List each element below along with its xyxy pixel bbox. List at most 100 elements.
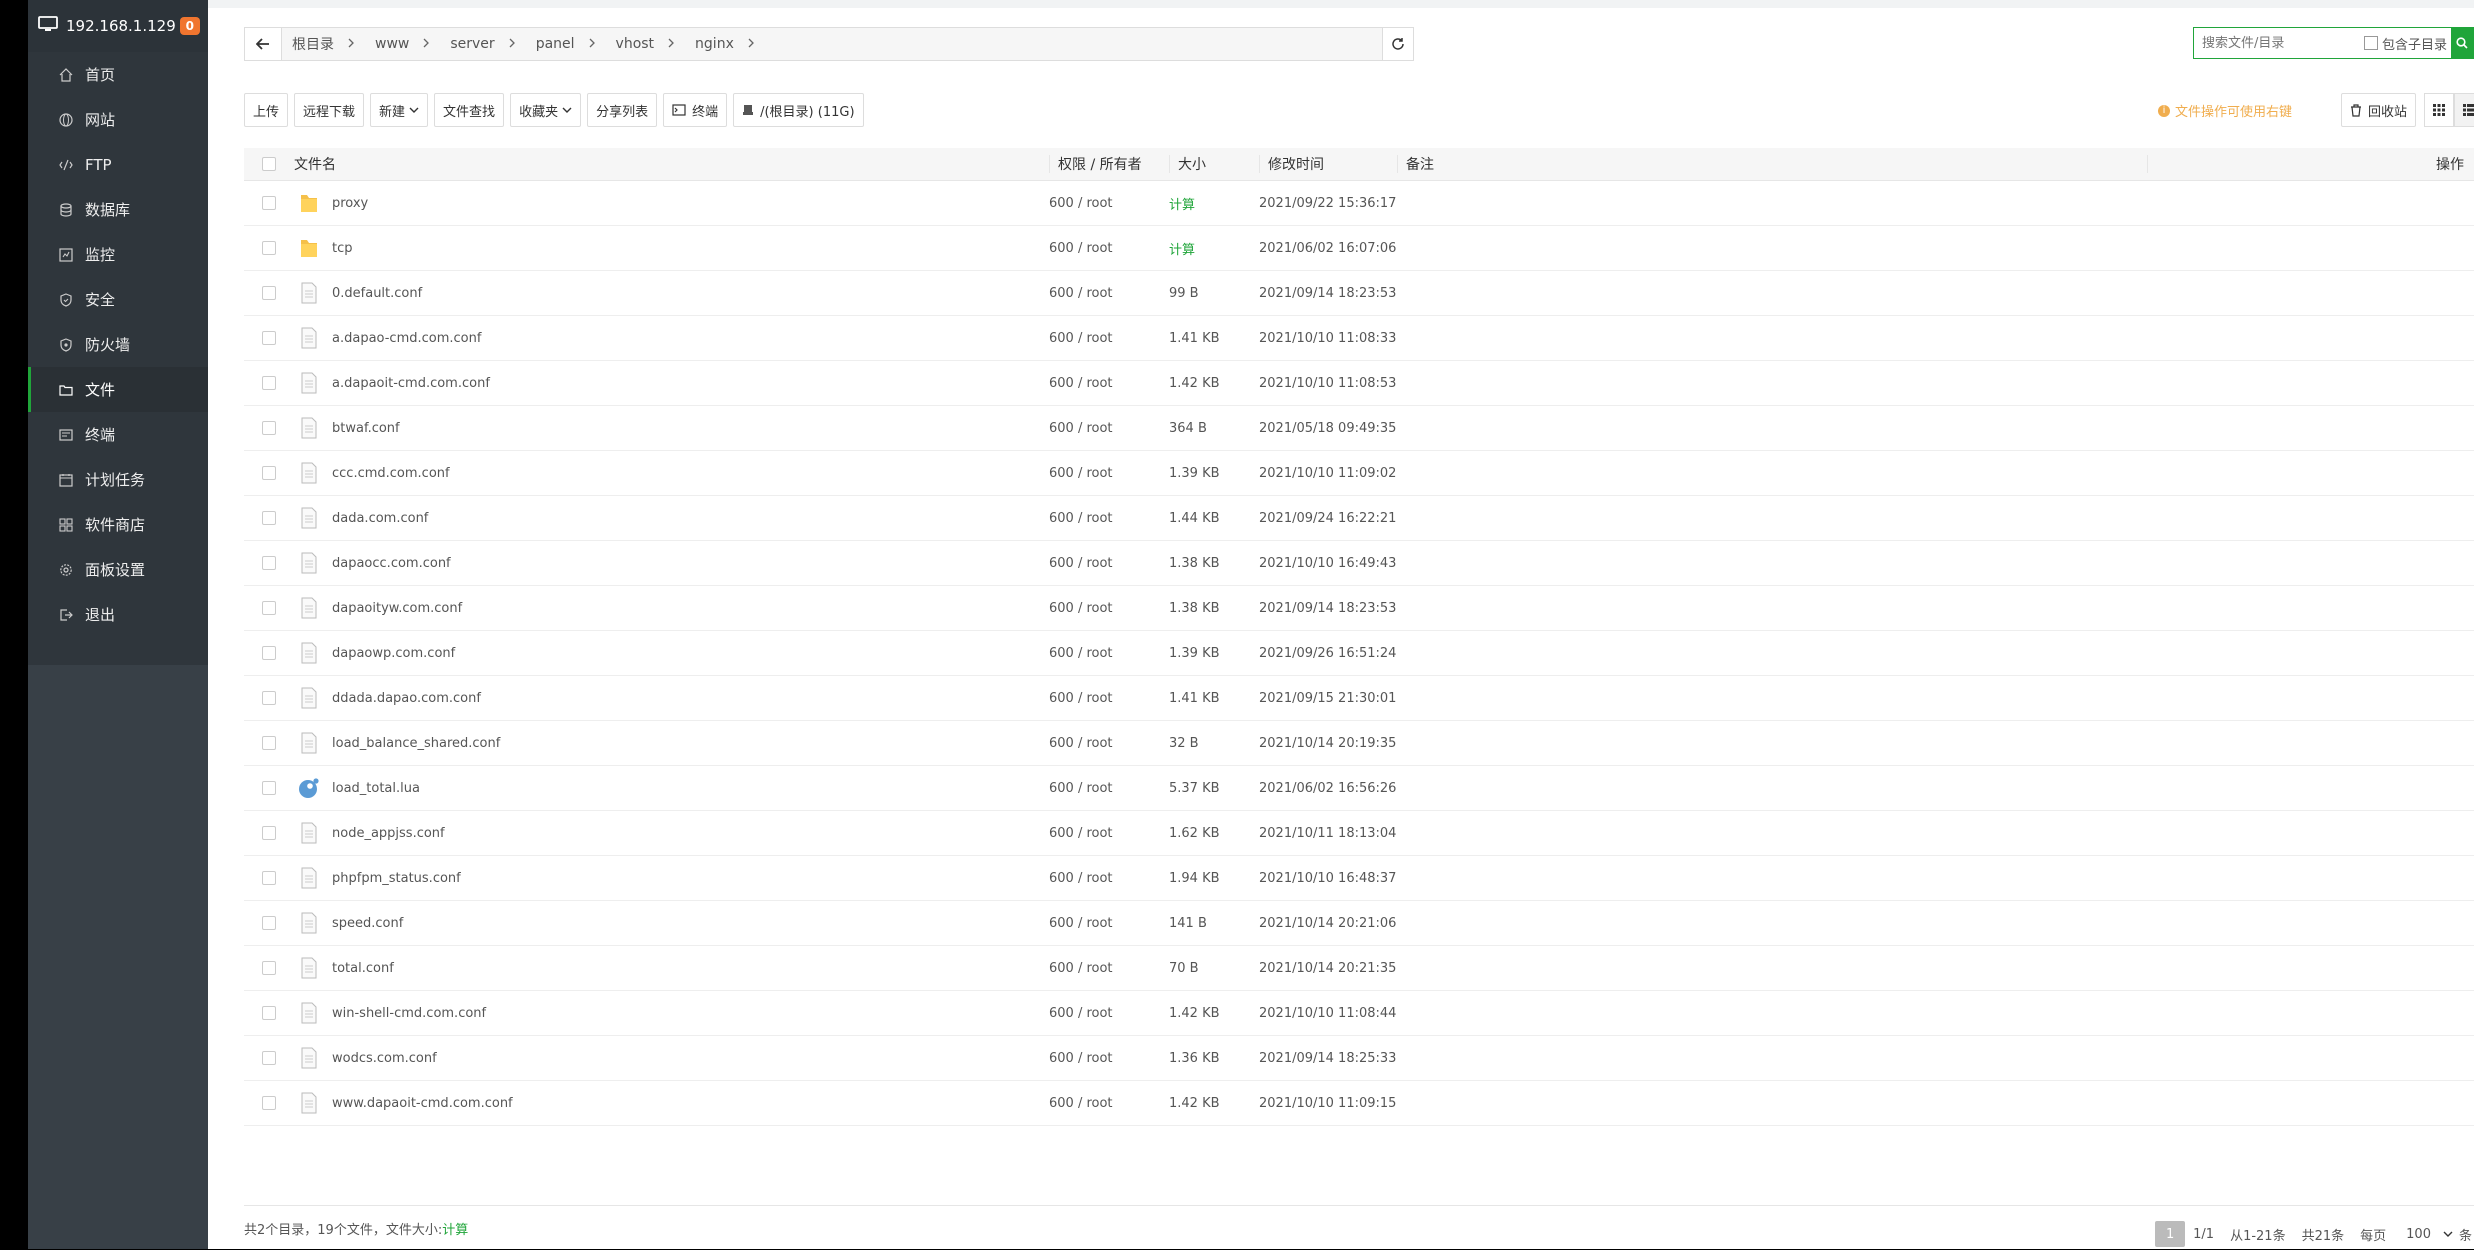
breadcrumb-item[interactable]: www [365, 36, 440, 52]
footer-calc-link[interactable]: 计算 [442, 1219, 468, 1238]
table-row[interactable]: load_balance_shared.conf 600 / root 32 B 20… [244, 721, 2474, 766]
file-perm[interactable]: 600 / root [1049, 1006, 1113, 1021]
file-perm[interactable]: 600 / root [1049, 1096, 1113, 1111]
select-all-checkbox[interactable] [262, 157, 276, 171]
per-page-select[interactable]: 100 [2394, 1221, 2457, 1247]
breadcrumb-item[interactable]: nginx [685, 36, 765, 52]
table-row[interactable]: total.conf 600 / root 70 B 2021/10/14 20:21… [244, 946, 2474, 991]
file-name[interactable]: www.dapaoit-cmd.com.conf [332, 1096, 513, 1111]
file-name[interactable]: total.conf [332, 961, 394, 976]
row-checkbox[interactable] [262, 331, 276, 345]
file-perm[interactable]: 600 / root [1049, 691, 1113, 706]
file-name[interactable]: a.dapaoit-cmd.com.conf [332, 376, 490, 391]
sidebar-item-6[interactable]: 防火墙 [28, 322, 208, 367]
table-row[interactable]: proxy 600 / root 计算 2021/09/22 15:36:17 [244, 181, 2474, 226]
notification-badge[interactable]: 0 [179, 17, 200, 35]
row-checkbox[interactable] [262, 511, 276, 525]
header-perm[interactable]: 权限 / 所有者 [1058, 154, 1142, 174]
table-row[interactable]: dapaocc.com.conf 600 / root 1.38 KB 2021/10… [244, 541, 2474, 586]
table-row[interactable]: a.dapaoit-cmd.com.conf 600 / root 1.42 KB 2… [244, 361, 2474, 406]
path-bar[interactable]: 根目录 www server panel vhost nginx [244, 27, 1414, 61]
row-checkbox[interactable] [262, 871, 276, 885]
terminal-button[interactable]: 终端 [663, 93, 728, 127]
favorites-button[interactable]: 收藏夹 [510, 93, 582, 127]
sidebar-item-2[interactable]: FTP [28, 142, 208, 187]
file-perm[interactable]: 600 / root [1049, 1051, 1113, 1066]
row-checkbox[interactable] [262, 916, 276, 930]
file-name[interactable]: load_balance_shared.conf [332, 736, 500, 751]
sidebar-item-5[interactable]: 安全 [28, 277, 208, 322]
new-button[interactable]: 新建 [370, 93, 429, 127]
file-name[interactable]: btwaf.conf [332, 421, 400, 436]
header-size[interactable]: 大小 [1178, 154, 1206, 174]
remote-download-button[interactable]: 远程下载 [294, 93, 365, 127]
row-checkbox[interactable] [262, 601, 276, 615]
page-current[interactable]: 1 [2155, 1221, 2186, 1247]
file-perm[interactable]: 600 / root [1049, 601, 1113, 616]
file-name[interactable]: load_total.lua [332, 781, 420, 796]
file-search-button[interactable]: 文件查找 [434, 93, 505, 127]
table-row[interactable]: www.dapaoit-cmd.com.conf 600 / root 1.42 K… [244, 1081, 2474, 1126]
row-checkbox[interactable] [262, 376, 276, 390]
sidebar-item-3[interactable]: 数据库 [28, 187, 208, 232]
table-row[interactable]: ccc.cmd.com.conf 600 / root 1.39 KB 2021/10… [244, 451, 2474, 496]
upload-button[interactable]: 上传 [244, 93, 289, 127]
search-button[interactable] [2451, 27, 2473, 59]
file-name[interactable]: phpfpm_status.conf [332, 871, 461, 886]
sidebar-item-1[interactable]: 网站 [28, 97, 208, 142]
file-name[interactable]: win-shell-cmd.com.conf [332, 1006, 486, 1021]
file-perm[interactable]: 600 / root [1049, 961, 1113, 976]
file-name[interactable]: wodcs.com.conf [332, 1051, 437, 1066]
table-row[interactable]: 0.default.conf 600 / root 99 B 2021/09/14 1… [244, 271, 2474, 316]
sidebar-item-0[interactable]: 首页 [28, 52, 208, 97]
disk-button[interactable]: /(根目录) (11G) [733, 93, 864, 127]
sidebar-item-12[interactable]: 退出 [28, 592, 208, 637]
file-perm[interactable]: 600 / root [1049, 646, 1113, 661]
breadcrumb-item[interactable]: panel [526, 36, 606, 52]
refresh-button[interactable] [1382, 28, 1413, 60]
table-row[interactable]: ddada.dapao.com.conf 600 / root 1.41 KB 202… [244, 676, 2474, 721]
row-checkbox[interactable] [262, 1096, 276, 1110]
row-checkbox[interactable] [262, 1051, 276, 1065]
file-size[interactable]: 计算 [1169, 243, 1195, 258]
row-checkbox[interactable] [262, 961, 276, 975]
table-row[interactable]: win-shell-cmd.com.conf 600 / root 1.42 KB 2… [244, 991, 2474, 1036]
table-row[interactable]: a.dapao-cmd.com.conf 600 / root 1.41 KB 202… [244, 316, 2474, 361]
header-name[interactable]: 文件名 [294, 154, 336, 174]
table-row[interactable]: dapaoityw.com.conf 600 / root 1.38 KB 2021/… [244, 586, 2474, 631]
file-perm[interactable]: 600 / root [1049, 511, 1113, 526]
file-perm[interactable]: 600 / root [1049, 241, 1113, 256]
table-row[interactable]: node_appjss.conf 600 / root 1.62 KB 2021/10… [244, 811, 2474, 856]
file-perm[interactable]: 600 / root [1049, 826, 1113, 841]
breadcrumb-item[interactable]: 根目录 [282, 34, 365, 54]
header-time[interactable]: 修改时间 [1268, 154, 1324, 174]
row-checkbox[interactable] [262, 466, 276, 480]
file-name[interactable]: dapaoityw.com.conf [332, 601, 462, 616]
file-name[interactable]: a.dapao-cmd.com.conf [332, 331, 481, 346]
breadcrumb-item[interactable]: server [440, 36, 525, 52]
file-perm[interactable]: 600 / root [1049, 871, 1113, 886]
file-name[interactable]: dapaowp.com.conf [332, 646, 455, 661]
file-perm[interactable]: 600 / root [1049, 196, 1113, 211]
row-checkbox[interactable] [262, 691, 276, 705]
file-name[interactable]: speed.conf [332, 916, 403, 931]
sidebar-item-10[interactable]: 软件商店 [28, 502, 208, 547]
share-list-button[interactable]: 分享列表 [587, 93, 658, 127]
table-row[interactable]: speed.conf 600 / root 141 B 2021/10/14 20:2… [244, 901, 2474, 946]
table-row[interactable]: load_total.lua 600 / root 5.37 KB 2021/06/0… [244, 766, 2474, 811]
file-perm[interactable]: 600 / root [1049, 331, 1113, 346]
file-perm[interactable]: 600 / root [1049, 781, 1113, 796]
row-checkbox[interactable] [262, 781, 276, 795]
file-name[interactable]: ccc.cmd.com.conf [332, 466, 450, 481]
table-row[interactable]: dapaowp.com.conf 600 / root 1.39 KB 2021/09… [244, 631, 2474, 676]
recycle-bin-button[interactable]: 回收站 [2341, 93, 2417, 127]
table-row[interactable]: tcp 600 / root 计算 2021/06/02 16:07:06 [244, 226, 2474, 271]
file-perm[interactable]: 600 / root [1049, 376, 1113, 391]
row-checkbox[interactable] [262, 286, 276, 300]
table-row[interactable]: dada.com.conf 600 / root 1.44 KB 2021/09/24… [244, 496, 2474, 541]
sidebar-item-7[interactable]: 文件 [28, 367, 208, 412]
file-name[interactable]: tcp [332, 241, 353, 256]
row-checkbox[interactable] [262, 646, 276, 660]
file-name[interactable]: 0.default.conf [332, 286, 422, 301]
row-checkbox[interactable] [262, 241, 276, 255]
